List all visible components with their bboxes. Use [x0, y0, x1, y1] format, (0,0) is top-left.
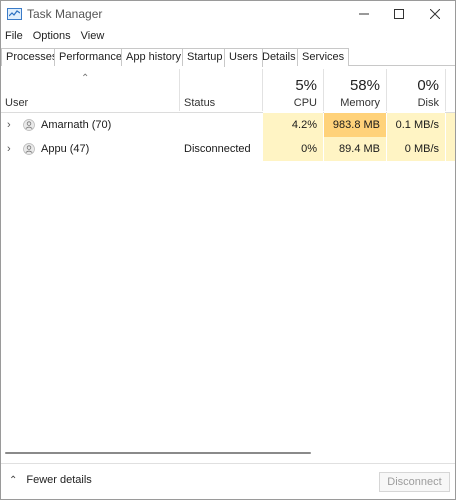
tab-services[interactable]: Services [297, 48, 350, 66]
disk-total-percent: 0% [417, 77, 439, 94]
column-header-cpu[interactable]: 5% CPU [263, 67, 323, 113]
user-disk: 0.1 MB/s [387, 113, 445, 137]
task-manager-app-icon [7, 8, 22, 20]
disconnect-button[interactable]: Disconnect [379, 472, 450, 492]
user-memory: 89.4 MB [324, 137, 386, 161]
menu-bar: File Options View [1, 28, 109, 46]
user-cpu: 0% [263, 137, 323, 161]
memory-total-percent: 58% [349, 77, 380, 94]
minimize-button[interactable] [346, 1, 382, 27]
maximize-button[interactable] [381, 1, 417, 27]
user-cpu: 4.2% [263, 113, 323, 137]
user-disk: 0 MB/s [387, 137, 445, 161]
expand-chevron-icon[interactable]: › [7, 113, 11, 137]
window-title: Task Manager [27, 7, 103, 21]
table-row[interactable]: › Amarnath (70) 4.2% 983.8 MB 0.1 MB/s [1, 113, 455, 137]
user-status: Disconnected [184, 143, 251, 155]
menu-options[interactable]: Options [28, 28, 76, 46]
user-avatar-icon [23, 119, 35, 131]
user-name: Appu (47) [41, 143, 90, 155]
task-manager-window: Task Manager File Options View Processes… [0, 0, 456, 500]
footer-bar: ⌃ Fewer details Disconnect [1, 463, 455, 499]
expand-chevron-icon[interactable]: › [7, 137, 11, 161]
column-header-status[interactable]: Status [180, 67, 262, 113]
fewer-details-label: Fewer details [26, 474, 92, 486]
close-button[interactable] [417, 1, 453, 27]
tab-app-history[interactable]: App history [121, 48, 187, 66]
cpu-total-percent: 5% [295, 77, 317, 94]
tab-bar: Processes Performance App history Startu… [1, 48, 455, 67]
user-memory: 983.8 MB [324, 113, 386, 137]
title-bar: Task Manager [1, 1, 455, 27]
user-avatar-icon [23, 143, 35, 155]
users-table: ⌃ User Status 5% CPU 58% Memory 0% Disk [1, 67, 455, 457]
tab-startup[interactable]: Startup [182, 48, 228, 66]
horizontal-scrollbar[interactable] [5, 452, 311, 454]
chevron-up-icon: ⌃ [9, 474, 18, 486]
table-row[interactable]: › Appu (47) Disconnected 0% 89.4 MB 0 MB… [1, 137, 455, 161]
column-header-disk[interactable]: 0% Disk [387, 67, 445, 113]
tab-users[interactable]: Users [224, 48, 263, 67]
menu-view[interactable]: View [76, 28, 110, 46]
column-header-user[interactable]: User [1, 67, 179, 113]
table-header: ⌃ User Status 5% CPU 58% Memory 0% Disk [1, 67, 455, 113]
tab-details[interactable]: Details [257, 48, 301, 66]
column-header-memory[interactable]: 58% Memory [324, 67, 386, 113]
fewer-details-button[interactable]: ⌃ Fewer details [9, 474, 92, 486]
tab-performance[interactable]: Performance [54, 48, 127, 66]
menu-file[interactable]: File [1, 28, 28, 46]
user-name: Amarnath (70) [41, 119, 112, 131]
